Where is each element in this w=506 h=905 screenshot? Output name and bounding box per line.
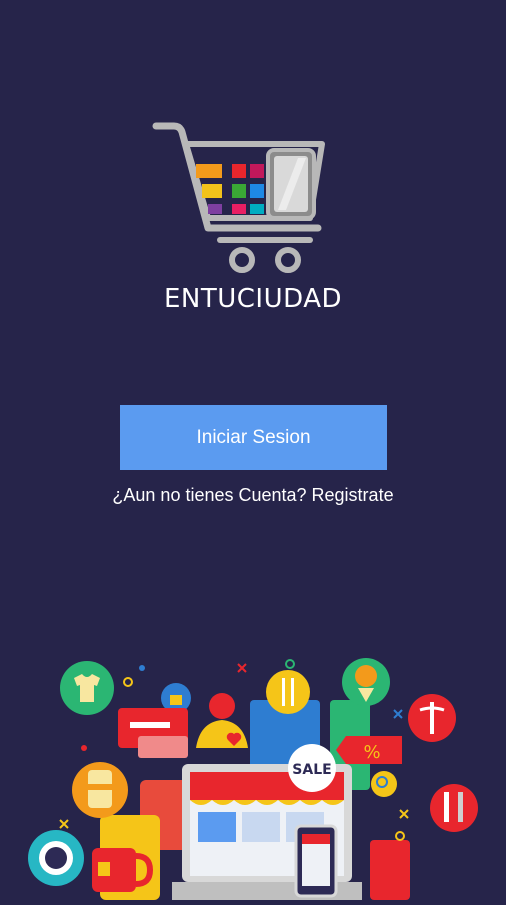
tshirt-icon <box>60 661 114 715</box>
login-screen: ENTUCIUDAD Iniciar Sesion ¿Aun no tienes… <box>0 0 506 900</box>
register-link[interactable]: ¿Aun no tienes Cuenta? Registrate <box>0 485 506 506</box>
medical-icon <box>408 694 456 742</box>
cutlery-icon <box>266 670 310 714</box>
user-icon <box>196 693 248 748</box>
dinner-plate-icon <box>28 830 84 886</box>
jar-icon <box>72 762 128 818</box>
shopping-illustration: % SALE <box>0 640 506 900</box>
svg-text:%: % <box>363 742 380 763</box>
tools-icon <box>430 784 478 832</box>
credit-card-icon <box>118 708 188 758</box>
flowers-icon <box>342 658 390 706</box>
brand-name: ENTUCIUDAD <box>163 284 342 314</box>
smartphone-icon <box>294 824 338 898</box>
login-button[interactable]: Iniciar Sesion <box>120 405 387 470</box>
shopping-cart-icon <box>150 118 330 278</box>
svg-text:SALE: SALE <box>292 762 331 778</box>
percent-tag-icon: % <box>336 736 402 764</box>
sale-badge: SALE <box>288 744 336 792</box>
search-icon <box>371 771 397 797</box>
